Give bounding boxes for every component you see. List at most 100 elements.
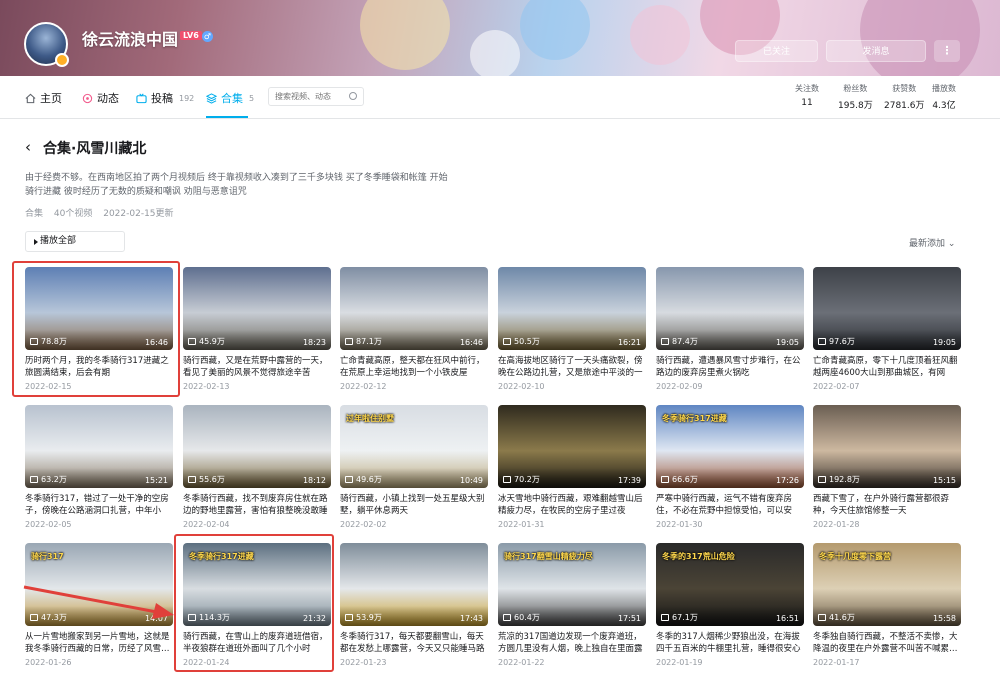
tab-home[interactable]: 主页 bbox=[25, 90, 62, 106]
banner-decoration bbox=[470, 30, 520, 76]
video-card[interactable]: 55.6万 18:12 冬季骑行西藏，找不到废弃房住就在路边的野地里露营，害怕有狼整… bbox=[183, 405, 331, 531]
stat-likes: 获赞数 2781.6万 bbox=[884, 83, 925, 111]
video-duration: 17:26 bbox=[775, 476, 799, 485]
video-date: 2022-01-17 bbox=[813, 658, 860, 667]
video-duration: 15:58 bbox=[932, 614, 956, 623]
video-thumbnail[interactable]: 50.5万 16:21 bbox=[498, 267, 646, 350]
stat-label: 播放数 bbox=[932, 84, 956, 93]
sort-dropdown[interactable]: 最新添加 ⌄ bbox=[909, 236, 955, 249]
video-thumbnail[interactable]: 过年啦住别墅 49.6万 10:49 bbox=[340, 405, 488, 488]
collection-type: 合集 bbox=[25, 209, 44, 219]
video-thumbnail[interactable]: 冬季十几度零下露营 41.6万 15:58 bbox=[813, 543, 961, 626]
view-count: 87.4万 bbox=[661, 336, 698, 347]
tab-collections[interactable]: 合集 5 bbox=[206, 90, 254, 106]
video-card[interactable]: 63.2万 15:21 冬季骑行317，错过了一处干净的空房子，傍晚在公路涵洞口扎营… bbox=[25, 405, 173, 531]
video-title[interactable]: 亡命青藏高原，整天都在狂风中前行，在荒原上幸运地找到一个小铁皮屋 bbox=[340, 355, 488, 379]
tab-uploads-count: 192 bbox=[179, 93, 195, 103]
play-count-icon bbox=[503, 338, 511, 345]
video-title[interactable]: 冬季骑行317，每天都要翻雪山，每天都在发愁上哪露营，今天又只能睡马路边 bbox=[340, 631, 488, 655]
collection-updated: 2022-02-15更新 bbox=[103, 209, 174, 219]
tab-dynamic[interactable]: 动态 bbox=[82, 90, 119, 106]
play-all-button[interactable]: 播放全部 bbox=[25, 231, 125, 252]
view-count: 66.6万 bbox=[661, 474, 698, 485]
video-title[interactable]: 西藏下雪了，在户外骑行露营都很孬种，今天住旅馆修整一天 bbox=[813, 493, 961, 517]
avatar[interactable] bbox=[24, 22, 69, 67]
message-button[interactable]: 发消息 bbox=[826, 40, 926, 62]
video-title[interactable]: 骑行西藏，遭遇暴风雪寸步难行，在公路边的废弃房里煮火锅吃 bbox=[656, 355, 804, 379]
play-count-icon bbox=[30, 476, 38, 483]
video-card[interactable]: 53.9万 17:43 冬季骑行317，每天都要翻雪山，每天都在发愁上哪露营，今天又… bbox=[340, 543, 488, 669]
video-card[interactable]: 70.2万 17:39 冰天雪地中骑行西藏，艰难翻越雪山后精疲力尽，在牧民的空房子里… bbox=[498, 405, 646, 531]
more-button[interactable]: ⋮ bbox=[934, 40, 960, 62]
stat-following[interactable]: 关注数 11 bbox=[795, 83, 819, 108]
view-count: 45.9万 bbox=[188, 336, 225, 347]
video-card[interactable]: 冬季的317荒山危险 67.1万 16:51 冬季的317人烟稀少野狼出没，在海拔四千… bbox=[656, 543, 804, 669]
video-thumbnail[interactable]: 骑行317翻雪山精疲力尽 60.4万 17:51 bbox=[498, 543, 646, 626]
video-title[interactable]: 冬季独自骑行西藏，不整活不卖惨，大降温的夜里在户外露营不叫苦不喊累… bbox=[813, 631, 961, 655]
video-thumbnail[interactable]: 冬季的317荒山危险 67.1万 16:51 bbox=[656, 543, 804, 626]
stat-followers[interactable]: 粉丝数 195.8万 bbox=[838, 83, 873, 111]
video-title[interactable]: 骑行西藏，又是在荒野中露营的一天，看见了美丽的风景不觉得旅途辛苦 bbox=[183, 355, 331, 379]
collection-title: 合集·风雪川藏北 bbox=[43, 141, 147, 157]
view-count-value: 55.6万 bbox=[199, 475, 225, 484]
tv-icon bbox=[136, 93, 147, 103]
stat-value: 2781.6万 bbox=[884, 101, 925, 111]
video-card[interactable]: 过年啦住别墅 49.6万 10:49 骑行西藏，小镇上找到一处五星级大别墅，躺平休息两… bbox=[340, 405, 488, 531]
back-arrow-icon[interactable]: ‹ bbox=[25, 138, 31, 156]
video-card[interactable]: 97.6万 19:05 亡命青藏高原，零下十几度顶着狂风翻越两座4600大山到那曲城… bbox=[813, 267, 961, 393]
search-icon[interactable] bbox=[349, 92, 357, 100]
view-count-value: 60.4万 bbox=[514, 613, 540, 622]
video-title[interactable]: 严寒中骑行西藏，运气不错有废弃房住，不必在荒野中担惊受怕，可以安心… bbox=[656, 493, 804, 517]
dynamic-icon bbox=[82, 93, 93, 103]
username[interactable]: 徐云流浪中国 bbox=[82, 26, 178, 50]
video-duration: 10:49 bbox=[459, 476, 483, 485]
stat-value: 195.8万 bbox=[838, 101, 873, 111]
video-card[interactable]: 冬季骑行317进藏 66.6万 17:26 严寒中骑行西藏，运气不错有废弃房住，不必在… bbox=[656, 405, 804, 531]
video-title[interactable]: 荒凉的317国道边发现一个废弃道班，方圆几里没有人烟，晚上独自在里面露营 bbox=[498, 631, 646, 655]
video-thumbnail[interactable]: 87.4万 19:05 bbox=[656, 267, 804, 350]
home-icon bbox=[25, 93, 36, 103]
video-card[interactable]: 45.9万 18:23 骑行西藏，又是在荒野中露营的一天，看见了美丽的风景不觉得旅途… bbox=[183, 267, 331, 393]
video-thumbnail[interactable]: 45.9万 18:23 bbox=[183, 267, 331, 350]
video-duration: 15:15 bbox=[932, 476, 956, 485]
highlight-box bbox=[174, 534, 334, 672]
view-count: 97.6万 bbox=[818, 336, 855, 347]
video-card[interactable]: 骑行317翻雪山精疲力尽 60.4万 17:51 荒凉的317国道边发现一个废弃道班，… bbox=[498, 543, 646, 669]
video-title[interactable]: 在高海拔地区骑行了一天头痛欲裂，傍晚在公路边扎营，又是旅途中平淡的一天 bbox=[498, 355, 646, 379]
video-title[interactable]: 冰天雪地中骑行西藏，艰难翻越雪山后精疲力尽，在牧民的空房子里过夜 bbox=[498, 493, 646, 517]
play-count-icon bbox=[345, 476, 353, 483]
view-count-value: 63.2万 bbox=[41, 475, 67, 484]
video-card[interactable]: 50.5万 16:21 在高海拔地区骑行了一天头痛欲裂，傍晚在公路边扎营，又是旅途中… bbox=[498, 267, 646, 393]
play-icon bbox=[34, 239, 38, 245]
video-thumbnail[interactable]: 63.2万 15:21 bbox=[25, 405, 173, 488]
tab-uploads[interactable]: 投稿 192 bbox=[136, 90, 194, 106]
video-duration: 17:39 bbox=[617, 476, 641, 485]
video-title[interactable]: 冬季骑行317，错过了一处干净的空房子，傍晚在公路涵洞口扎营，中年小伙… bbox=[25, 493, 173, 517]
view-count-value: 67.1万 bbox=[672, 613, 698, 622]
video-title[interactable]: 冬季的317人烟稀少野狼出没，在海拔四千五百米的牛棚里扎营，睡得很安心 bbox=[656, 631, 804, 655]
play-count-icon bbox=[188, 476, 196, 483]
video-card[interactable]: 87.1万 16:46 亡命青藏高原，整天都在狂风中前行，在荒原上幸运地找到一个小铁… bbox=[340, 267, 488, 393]
video-thumbnail[interactable]: 97.6万 19:05 bbox=[813, 267, 961, 350]
video-card[interactable]: 冬季十几度零下露营 41.6万 15:58 冬季独自骑行西藏，不整活不卖惨，大降温的夜… bbox=[813, 543, 961, 669]
stat-value: 4.3亿 bbox=[932, 101, 956, 111]
video-title[interactable]: 冬季骑行西藏，找不到废弃房住就在路边的野地里露营，害怕有狼整晚没敢睡 bbox=[183, 493, 331, 517]
video-card[interactable]: 192.8万 15:15 西藏下雪了，在户外骑行露营都很孬种，今天住旅馆修整一天 20… bbox=[813, 405, 961, 531]
video-thumbnail[interactable]: 53.9万 17:43 bbox=[340, 543, 488, 626]
play-all-label: 播放全部 bbox=[40, 236, 77, 246]
follow-button[interactable]: 已关注 bbox=[735, 40, 818, 62]
video-thumbnail[interactable]: 192.8万 15:15 bbox=[813, 405, 961, 488]
video-title[interactable]: 亡命青藏高原，零下十几度顶着狂风翻越两座4600大山到那曲城区，有网友… bbox=[813, 355, 961, 379]
video-title[interactable]: 从一片雪地搬家到另一片雪地，这就是我冬季骑行西藏的日常，历经了风雪… bbox=[25, 631, 173, 655]
play-count-icon bbox=[188, 338, 196, 345]
video-card[interactable]: 87.4万 19:05 骑行西藏，遭遇暴风雪寸步难行，在公路边的废弃房里煮火锅吃 20… bbox=[656, 267, 804, 393]
play-count-icon bbox=[503, 614, 511, 621]
video-thumbnail[interactable]: 87.1万 16:46 bbox=[340, 267, 488, 350]
video-thumbnail[interactable]: 55.6万 18:12 bbox=[183, 405, 331, 488]
play-count-icon bbox=[818, 338, 826, 345]
video-title[interactable]: 骑行西藏，小镇上找到一处五星级大别墅，躺平休息两天 bbox=[340, 493, 488, 517]
thumbnail-caption: 骑行317翻雪山精疲力尽 bbox=[504, 552, 593, 561]
video-thumbnail[interactable]: 70.2万 17:39 bbox=[498, 405, 646, 488]
video-thumbnail[interactable]: 冬季骑行317进藏 66.6万 17:26 bbox=[656, 405, 804, 488]
tab-uploads-label: 投稿 bbox=[151, 92, 173, 105]
